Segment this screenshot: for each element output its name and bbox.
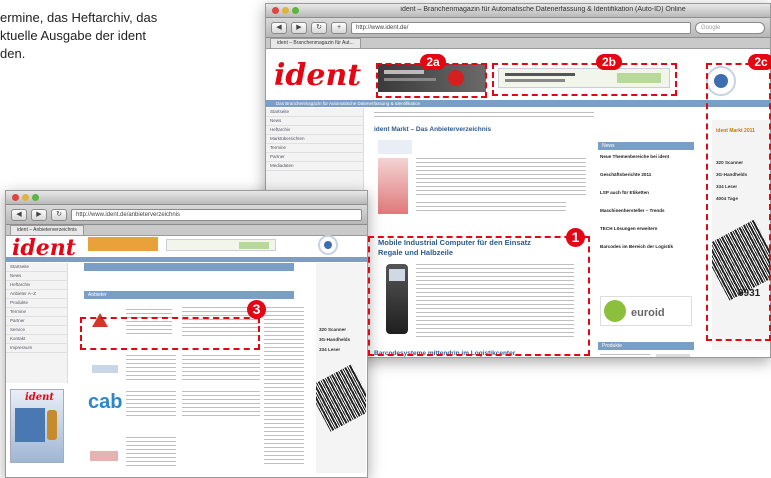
company-text	[182, 355, 260, 381]
news-box-header: News	[598, 142, 694, 150]
nav-item[interactable]: Anbieter A–Z	[6, 290, 67, 299]
company-logo-4[interactable]	[90, 451, 118, 461]
article-text	[416, 158, 586, 198]
minimize-icon[interactable]	[282, 7, 289, 14]
news-item[interactable]: Maschinenhersteller – Trends	[600, 208, 690, 214]
news-item[interactable]: TECH Lösungen erweitern	[600, 226, 690, 232]
banner-ad[interactable]	[88, 237, 158, 251]
window-titlebar	[6, 191, 367, 205]
badge-2a: 2a	[420, 54, 446, 70]
company-logo-cab[interactable]: cab	[88, 391, 122, 414]
highlight-box-3	[80, 317, 260, 350]
map-graphic	[378, 158, 408, 214]
skyscraper-line: 3G-Handhelds	[319, 337, 351, 342]
side-navigation: Startseite News Heftarchiv Anbieter A–Z …	[6, 263, 68, 383]
magazine-thumbnail[interactable]	[378, 140, 412, 154]
nav-item[interactable]: Produkte	[6, 299, 67, 308]
highlight-box-2c	[706, 63, 771, 341]
badge-2b: 2b	[596, 54, 622, 70]
nav-item[interactable]: Service	[6, 326, 67, 335]
nav-item[interactable]: Partner	[6, 317, 67, 326]
printer-image	[656, 354, 690, 357]
company-text	[126, 355, 176, 381]
company-text	[126, 391, 176, 417]
breadcrumb-bar	[84, 263, 294, 271]
add-bookmark-button[interactable]: +	[331, 21, 347, 34]
partner-logo[interactable]	[318, 235, 338, 255]
back-button[interactable]: ◀	[271, 21, 287, 34]
web-page: ident Startseite News Heftarchiv Anbiete…	[6, 235, 367, 477]
nav-item[interactable]: Mediadaten	[266, 162, 363, 171]
breadcrumb	[374, 112, 594, 117]
intro-text: ermine, das Heftarchiv, das ktuelle Ausg…	[0, 10, 158, 61]
nav-item[interactable]: News	[6, 272, 67, 281]
close-icon[interactable]	[272, 7, 279, 14]
browser-toolbar: ◀ ▶ ↻ http://www.ident.de/anbieterverzei…	[6, 205, 367, 225]
nav-item[interactable]: Kontakt	[6, 335, 67, 344]
window-title: ident – Branchenmagazin für Automatische…	[400, 6, 686, 13]
forward-button[interactable]: ▶	[31, 208, 47, 221]
skyscraper-ad[interactable]: 320 Scanner 3G-Handhelds 334 Leser	[316, 263, 366, 473]
nav-item[interactable]: Marktübersichten	[266, 135, 363, 144]
nav-item[interactable]: Partner	[266, 153, 363, 162]
close-icon[interactable]	[12, 194, 19, 201]
news-item[interactable]: Barcodes im Bereich der Logistik	[600, 244, 690, 250]
window-titlebar: ident – Branchenmagazin für Automatische…	[266, 4, 770, 18]
company-text	[182, 391, 260, 417]
nav-item[interactable]: Impressum	[6, 344, 67, 353]
window-controls[interactable]	[12, 194, 39, 201]
browser-toolbar: ◀ ▶ ↻ + http://www.ident.de/ Google	[266, 18, 770, 38]
zoom-icon[interactable]	[32, 194, 39, 201]
reload-button[interactable]: ↻	[51, 208, 67, 221]
reload-button[interactable]: ↻	[311, 21, 327, 34]
zoom-icon[interactable]	[292, 7, 299, 14]
forward-button[interactable]: ▶	[291, 21, 307, 34]
euroid-ad[interactable]: euroid	[600, 296, 692, 326]
back-button[interactable]: ◀	[11, 208, 27, 221]
tab-bar: ident – Branchenmagazin für Aut...	[266, 38, 770, 49]
nav-item[interactable]: Heftarchiv	[266, 126, 363, 135]
banner-ad[interactable]	[166, 239, 276, 251]
company-logo-2[interactable]	[92, 365, 118, 373]
ident-logo[interactable]: ident	[274, 58, 361, 93]
nav-item[interactable]: Startseite	[6, 263, 67, 272]
nav-item[interactable]: Termine	[6, 308, 67, 317]
nav-item[interactable]: News	[266, 117, 363, 126]
company-text	[126, 437, 176, 467]
article-text	[416, 202, 566, 212]
euroid-label: euroid	[631, 307, 665, 319]
search-field[interactable]: Google	[695, 21, 765, 34]
nav-item[interactable]: Heftarchiv	[6, 281, 67, 290]
magazine-cover[interactable]: ident	[10, 389, 64, 463]
listing-header: Anbieter	[84, 291, 294, 299]
news-item[interactable]: Geschäftsberichte 2011	[600, 172, 690, 178]
highlight-box-1	[368, 236, 590, 356]
products-box-header: Produkte	[598, 342, 694, 350]
address-bar[interactable]: http://www.ident.de/anbieterverzeichnis	[71, 208, 362, 221]
site-tagline: Das Branchenmagazin für Automatische Dat…	[266, 100, 770, 107]
skyscraper-line: 334 Leser	[319, 347, 341, 352]
news-item[interactable]: LSP auch für Etiketten	[600, 190, 690, 196]
nav-item[interactable]: Termine	[266, 144, 363, 153]
window-controls[interactable]	[272, 7, 299, 14]
barcode-graphic	[316, 364, 366, 432]
badge-1: 1	[566, 228, 585, 247]
site-tagline	[6, 257, 367, 262]
nav-item[interactable]: Startseite	[266, 108, 363, 117]
highlight-box-2b	[492, 63, 677, 96]
tab-ident-directory[interactable]: ident – Anbieterverzeichnis	[10, 225, 84, 235]
skyscraper-line: 320 Scanner	[319, 327, 347, 332]
tab-ident[interactable]: ident – Branchenmagazin für Aut...	[270, 38, 361, 48]
article-headline-market[interactable]: ident Markt – Das Anbieterverzeichnis	[374, 126, 574, 133]
product-text	[600, 354, 650, 357]
address-bar[interactable]: http://www.ident.de/	[351, 21, 691, 34]
news-item[interactable]: Neue Themenbereiche bei ident	[600, 154, 690, 160]
badge-2c: 2c	[748, 54, 771, 70]
badge-3: 3	[247, 300, 266, 319]
right-column-links	[264, 307, 304, 467]
minimize-icon[interactable]	[22, 194, 29, 201]
magazine-logo: ident	[25, 392, 55, 403]
